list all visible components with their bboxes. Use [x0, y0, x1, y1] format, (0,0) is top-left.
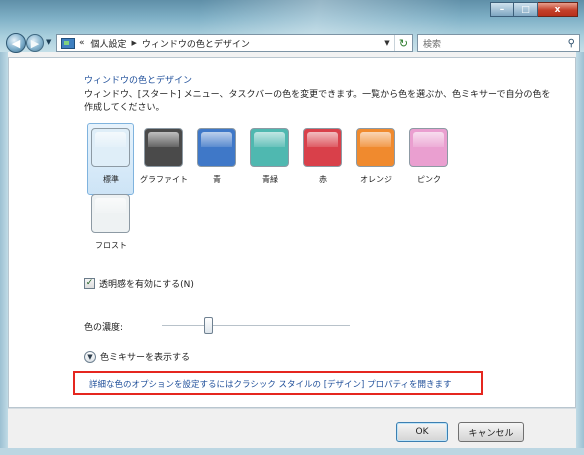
forward-button[interactable]: ▶: [26, 34, 44, 52]
transparency-checkbox[interactable]: ✓: [84, 278, 95, 289]
intensity-label: 色の濃度:: [84, 323, 124, 333]
ok-button[interactable]: OK: [396, 422, 448, 442]
classic-appearance-link[interactable]: 詳細な色のオプションを設定するにはクラシック スタイルの [デザイン] プロパテ…: [89, 378, 452, 390]
color-swatch[interactable]: [303, 128, 342, 167]
refresh-icon[interactable]: ↻: [394, 35, 412, 51]
back-button[interactable]: ◀: [6, 33, 26, 53]
color-swatch[interactable]: [197, 128, 236, 167]
search-placeholder: 検索: [423, 39, 442, 50]
breadcrumb-window-color[interactable]: ウィンドウの色とデザイン: [139, 37, 253, 50]
search-input[interactable]: 検索 ⚲: [417, 34, 580, 52]
breadcrumb-overflow[interactable]: «: [76, 38, 88, 48]
control-panel-icon: [60, 36, 76, 50]
arrow-left-icon: ◀: [11, 36, 21, 50]
intensity-slider-track[interactable]: [162, 325, 350, 327]
window-frame-left: [0, 52, 8, 455]
address-dropdown[interactable]: ▼: [380, 35, 394, 51]
page-title: ウィンドウの色とデザイン: [84, 76, 193, 86]
appearance-window: – □ x ◀ ▶ ▼ « 個人設定 ▶ ウィンドウの色とデザイン ▼ ↻ 検索…: [0, 0, 584, 455]
color-swatch[interactable]: [409, 128, 448, 167]
color-swatch-label[interactable]: フロスト: [76, 240, 146, 251]
color-swatch[interactable]: [91, 194, 130, 233]
arrow-right-icon: ▶: [30, 36, 40, 50]
color-swatch[interactable]: [144, 128, 183, 167]
content-panel: ウィンドウの色とデザイン ウィンドウ、[スタート] メニュー、タスクバーの色を変…: [8, 57, 576, 408]
navigation-bar: ◀ ▶ ▼ « 個人設定 ▶ ウィンドウの色とデザイン ▼ ↻ 検索 ⚲: [4, 32, 580, 54]
color-mixer-label[interactable]: 色ミキサーを表示する: [100, 350, 190, 363]
window-frame-bottom: [0, 448, 584, 455]
breadcrumb-personalization[interactable]: 個人設定: [88, 37, 130, 50]
color-swatch-label[interactable]: ピンク: [394, 174, 464, 185]
window-frame-right: [576, 52, 584, 455]
color-swatch[interactable]: [91, 128, 130, 167]
minimize-button[interactable]: –: [490, 2, 514, 17]
transparency-label[interactable]: 透明感を有効にする(N): [99, 277, 194, 290]
transparency-option[interactable]: ✓ 透明感を有効にする(N): [84, 277, 194, 290]
cancel-button[interactable]: キャンセル: [458, 422, 524, 442]
close-button[interactable]: x: [538, 2, 578, 17]
color-swatch[interactable]: [356, 128, 395, 167]
caption-buttons: – □ x: [490, 2, 578, 17]
color-swatch[interactable]: [250, 128, 289, 167]
address-bar[interactable]: « 個人設定 ▶ ウィンドウの色とデザイン ▼ ↻: [56, 34, 413, 52]
color-mixer-toggle[interactable]: ▼ 色ミキサーを表示する: [84, 350, 190, 363]
page-description: ウィンドウ、[スタート] メニュー、タスクバーの色を変更できます。一覧から色を選…: [84, 90, 551, 113]
chevron-right-icon[interactable]: ▶: [130, 39, 139, 47]
button-bar: OK キャンセル: [8, 408, 576, 448]
recent-pages-dropdown[interactable]: ▼: [46, 38, 54, 48]
intensity-slider-thumb[interactable]: [204, 317, 213, 334]
chevron-down-icon[interactable]: ▼: [84, 350, 96, 363]
maximize-button[interactable]: □: [514, 2, 538, 17]
search-icon[interactable]: ⚲: [568, 38, 575, 49]
